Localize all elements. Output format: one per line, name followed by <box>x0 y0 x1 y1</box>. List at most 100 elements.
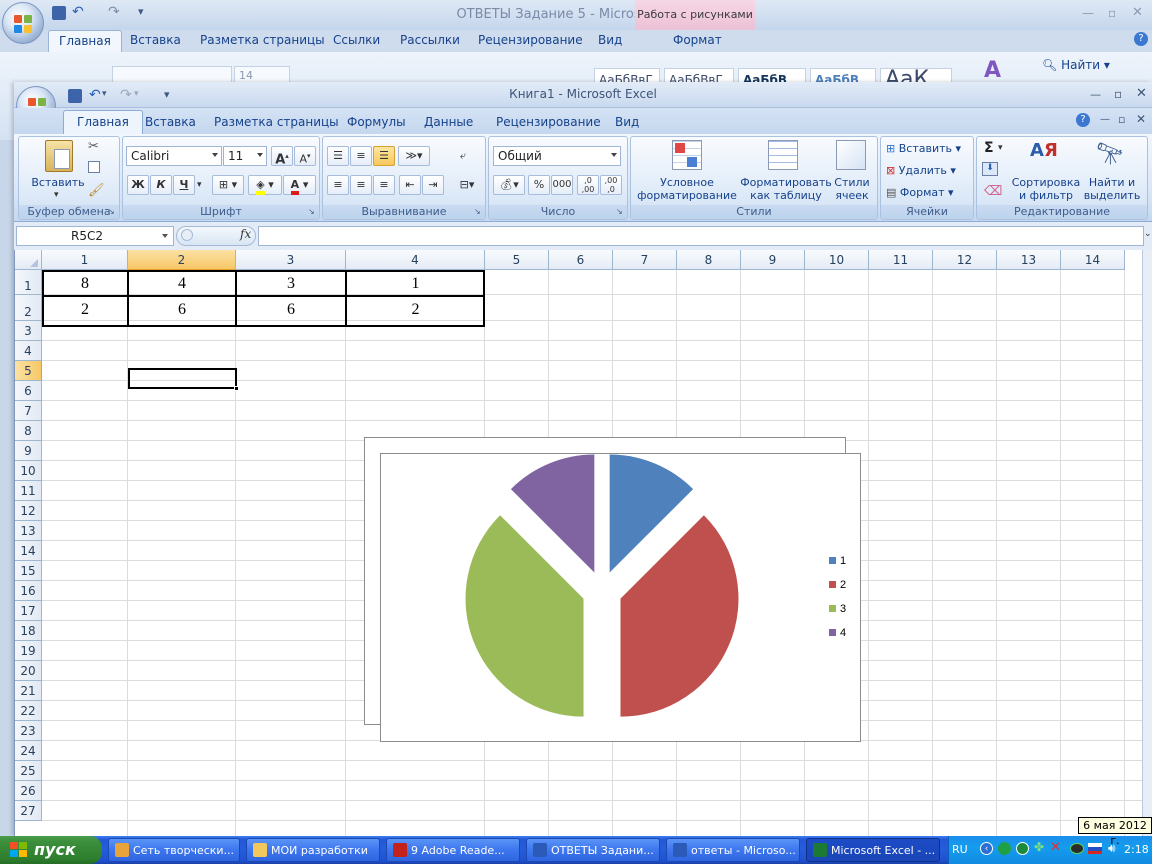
word-tab-view[interactable]: Вид <box>598 33 622 47</box>
tray-app-icon-4[interactable] <box>1070 843 1084 854</box>
fill-handle[interactable] <box>234 386 239 391</box>
pie-slice-3[interactable] <box>465 515 584 717</box>
active-cell-r5c2[interactable] <box>128 368 237 389</box>
bold-button[interactable]: Ж <box>127 175 149 195</box>
cell-r1c3[interactable]: 3 <box>236 275 346 293</box>
row-header-22[interactable]: 22 <box>15 701 42 721</box>
excel-tab-layout[interactable]: Разметка страницы <box>214 115 339 129</box>
taskbar-item-6[interactable]: Microsoft Excel - ... <box>806 838 940 862</box>
row-header-3[interactable]: 3 <box>15 321 42 341</box>
word-help-icon[interactable]: ? <box>1134 32 1148 46</box>
font-size-box[interactable]: 11 <box>223 146 267 166</box>
cell-styles-icon[interactable] <box>836 140 866 170</box>
excel-tab-insert[interactable]: Вставка <box>145 115 196 129</box>
increase-decimal-button[interactable]: ,0 ,00 <box>577 175 599 195</box>
cell-r1c2[interactable]: 4 <box>128 275 236 293</box>
row-header-1[interactable]: 1 <box>15 270 42 295</box>
align-bottom-icon[interactable]: ☰ <box>373 146 395 166</box>
column-header-8[interactable]: 8 <box>677 250 741 270</box>
fill-color-icon[interactable]: ◈ ▾ <box>248 175 282 195</box>
underline-button[interactable]: Ч <box>173 175 195 195</box>
paste-menu-icon[interactable]: ▾ <box>54 190 59 200</box>
tray-antivirus-icon[interactable]: ✕ <box>1050 840 1061 855</box>
tray-app-icon-1[interactable] <box>998 842 1011 855</box>
workbook-minimize-icon[interactable]: — <box>1100 114 1110 125</box>
excel-tab-review[interactable]: Рецензирование <box>496 115 601 129</box>
column-header-11[interactable]: 11 <box>869 250 933 270</box>
taskbar-item-4[interactable]: ОТВЕТЫ Задани... <box>526 838 660 862</box>
cell-r2c2[interactable]: 6 <box>128 301 236 319</box>
align-left-icon[interactable]: ≡ <box>327 175 349 195</box>
column-header-4[interactable]: 4 <box>346 250 485 270</box>
row-header-23[interactable]: 23 <box>15 721 42 741</box>
taskbar-item-2[interactable]: МОИ разработки <box>246 838 380 862</box>
font-name-arrow-icon[interactable] <box>212 153 218 157</box>
autosum-button[interactable]: Σ <box>984 140 994 156</box>
font-size-arrow-icon[interactable] <box>257 153 263 157</box>
insert-function-icon[interactable]: fx <box>240 227 251 241</box>
orientation-icon[interactable]: ≫▾ <box>398 146 430 166</box>
currency-icon[interactable]: 💰︎▾ <box>493 175 525 195</box>
excel-tab-formulas[interactable]: Формулы <box>347 115 406 129</box>
tray-expand-icon[interactable]: ‹ <box>980 842 993 855</box>
word-minimize-icon[interactable]: — <box>1082 6 1094 20</box>
row-header-18[interactable]: 18 <box>15 621 42 641</box>
word-close-icon[interactable]: ✕ <box>1132 5 1143 20</box>
column-header-2[interactable]: 2 <box>128 250 236 270</box>
format-cells-button[interactable]: ▤ Формат ▾ <box>886 186 972 199</box>
row-header-21[interactable]: 21 <box>15 681 42 701</box>
row-header-15[interactable]: 15 <box>15 561 42 581</box>
excel-tab-view[interactable]: Вид <box>615 115 639 129</box>
workbook-close-icon[interactable]: ✕ <box>1136 112 1146 126</box>
row-header-20[interactable]: 20 <box>15 661 42 681</box>
sort-filter-button[interactable]: Сортировка и фильтр <box>1010 176 1082 202</box>
word-tab-review[interactable]: Рецензирование <box>478 33 583 47</box>
taskbar-item-1[interactable]: Сеть творчески... <box>108 838 240 862</box>
percent-button[interactable]: % <box>528 175 550 195</box>
excel-tab-home[interactable]: Главная <box>63 110 143 135</box>
pie-slice-2[interactable] <box>620 515 739 717</box>
word-tab-home[interactable]: Главная <box>48 30 122 52</box>
formula-expand-arrow-icon[interactable]: ⌄ <box>1144 229 1152 239</box>
word-tab-layout[interactable]: Разметка страницы <box>200 33 325 47</box>
name-box-arrow-icon[interactable] <box>162 234 168 238</box>
paste-icon[interactable] <box>45 140 73 172</box>
row-header-10[interactable]: 10 <box>15 461 42 481</box>
alignment-launcher-icon[interactable]: ↘ <box>474 207 481 216</box>
column-header-6[interactable]: 6 <box>549 250 613 270</box>
cell-r2c3[interactable]: 6 <box>236 301 346 319</box>
word-tab-insert[interactable]: Вставка <box>130 33 181 47</box>
align-right-icon[interactable]: ≡ <box>373 175 395 195</box>
row-header-24[interactable]: 24 <box>15 741 42 761</box>
word-tab-references[interactable]: Ссылки <box>333 33 380 47</box>
borders-icon[interactable]: ⊞ ▾ <box>212 175 244 195</box>
cell-r2c4[interactable]: 2 <box>346 301 485 319</box>
row-header-5[interactable]: 5 <box>15 361 42 381</box>
shrink-font-icon[interactable]: A▾ <box>294 146 316 166</box>
fill-icon[interactable]: ⬇ <box>982 162 998 176</box>
word-change-styles-icon[interactable]: A <box>984 58 1001 83</box>
align-center-icon[interactable]: ≡ <box>350 175 372 195</box>
row-header-16[interactable]: 16 <box>15 581 42 601</box>
taskbar-item-5[interactable]: ответы - Microso... <box>666 838 800 862</box>
cut-icon[interactable]: ✂ <box>88 139 99 154</box>
row-header-27[interactable]: 27 <box>15 801 42 821</box>
column-header-1[interactable]: 1 <box>42 250 128 270</box>
row-header-14[interactable]: 14 <box>15 541 42 561</box>
formula-expand-icon[interactable] <box>181 229 193 241</box>
row-header-4[interactable]: 4 <box>15 341 42 361</box>
taskbar-item-3[interactable]: 9 Adobe Reade... <box>386 838 520 862</box>
decrease-decimal-button[interactable]: ,00 ,0 <box>600 175 622 195</box>
autosum-menu-icon[interactable]: ▾ <box>998 143 1003 153</box>
row-header-8[interactable]: 8 <box>15 421 42 441</box>
clock[interactable]: 2:18 <box>1124 843 1149 856</box>
italic-button[interactable]: К <box>150 175 172 195</box>
conditional-format-button[interactable]: Условное форматирование <box>632 176 742 202</box>
column-header-3[interactable]: 3 <box>236 250 346 270</box>
paste-button[interactable]: Вставить <box>28 176 88 189</box>
align-top-icon[interactable]: ☰ <box>327 146 349 166</box>
decrease-indent-icon[interactable]: ⇤ <box>399 175 421 195</box>
align-middle-icon[interactable]: ≡ <box>350 146 372 166</box>
font-color-icon[interactable]: A ▾ <box>283 175 316 195</box>
tray-ru-flag-icon[interactable] <box>1088 843 1102 854</box>
